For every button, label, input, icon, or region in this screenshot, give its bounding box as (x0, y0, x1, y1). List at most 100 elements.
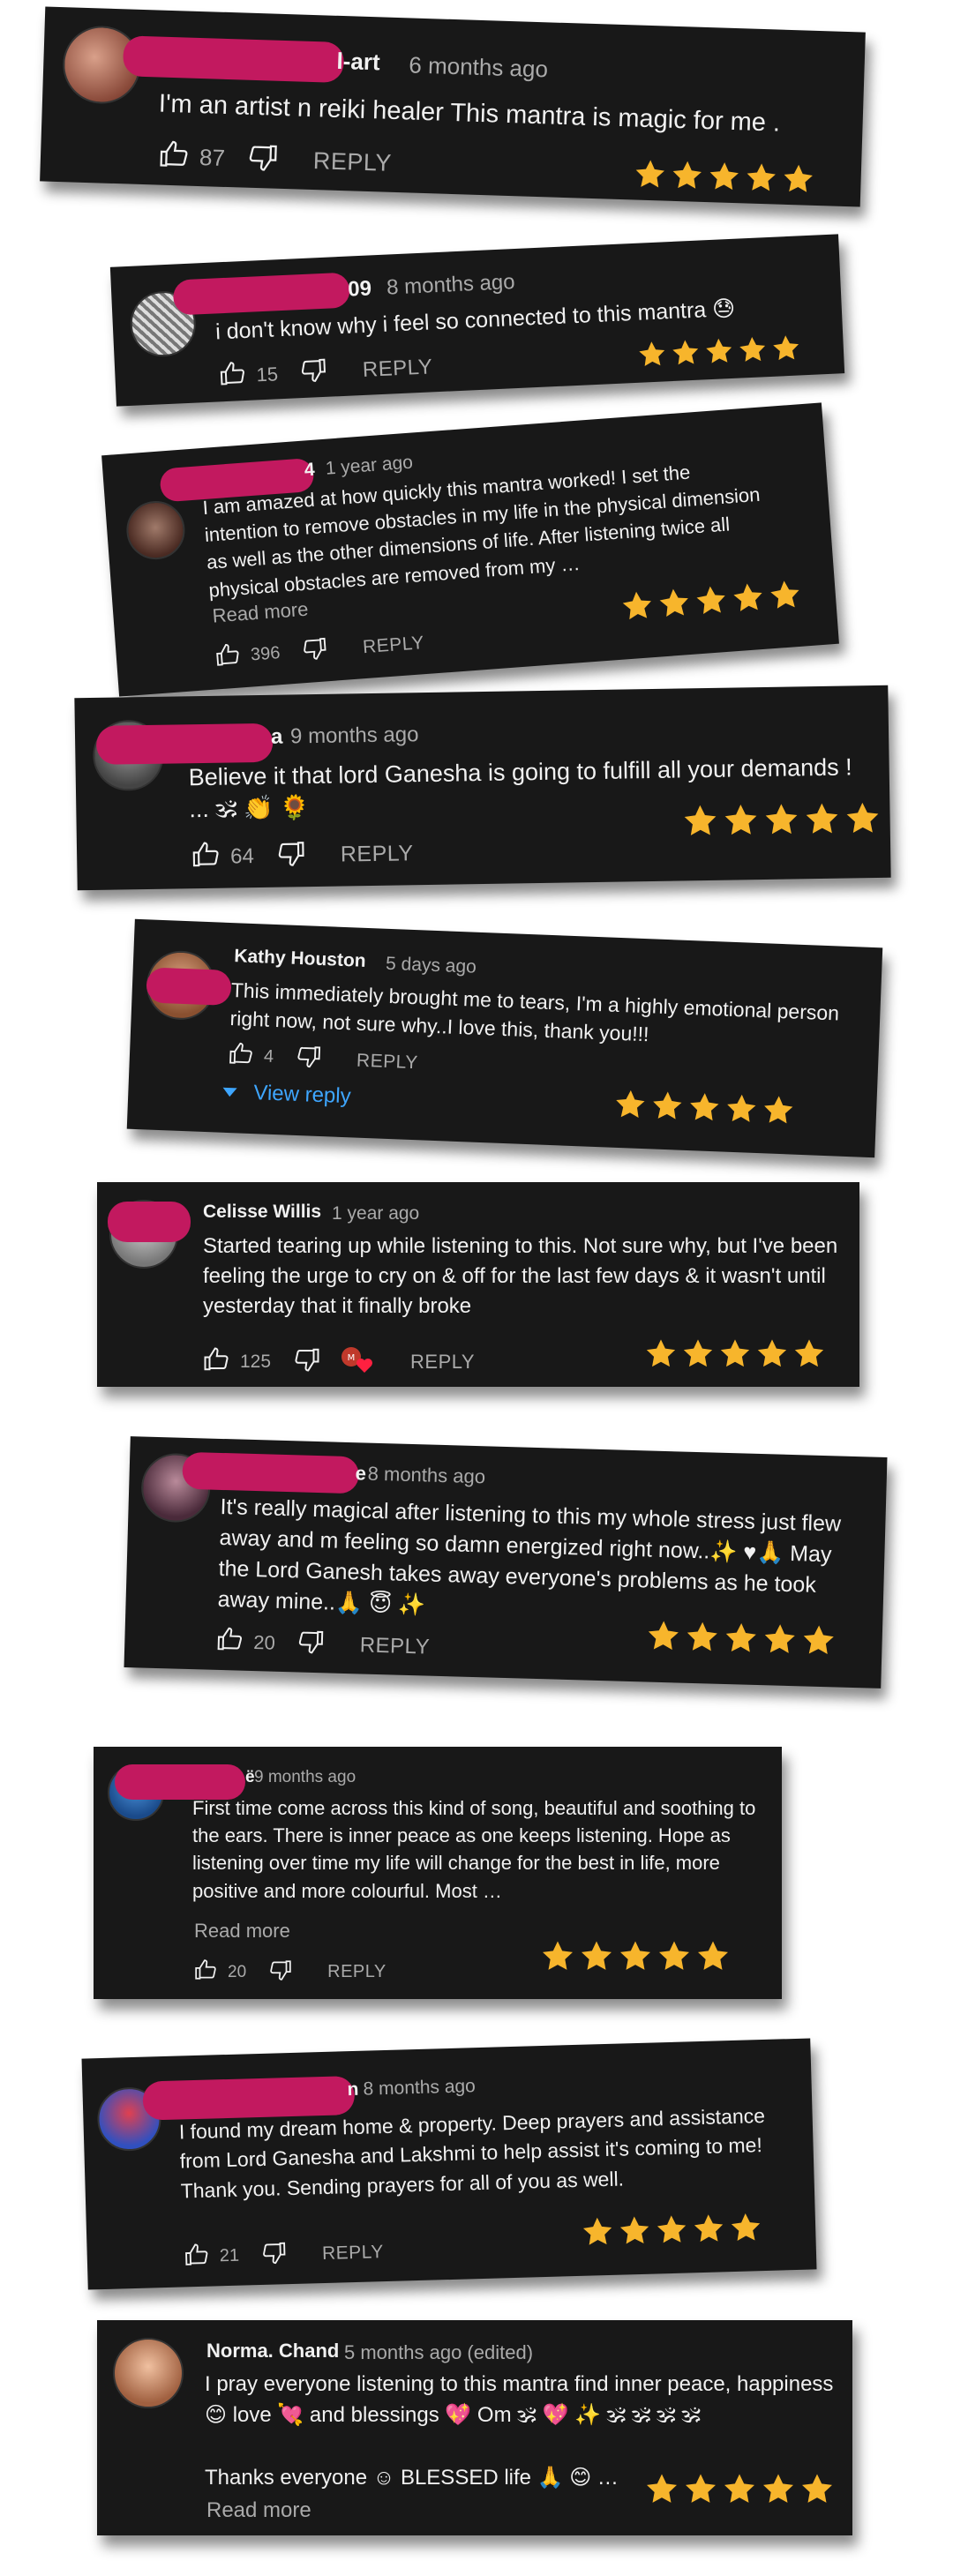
star-rating (540, 1939, 731, 1974)
reply-button[interactable]: REPLY (312, 147, 392, 177)
comment-author[interactable]: ë (245, 1768, 255, 1787)
comment-author[interactable]: 09 (348, 276, 372, 302)
comment-author[interactable]: Norma. Chand (206, 2340, 339, 2363)
star-icon (773, 335, 799, 361)
reply-button[interactable]: REPLY (362, 633, 424, 658)
star-icon (724, 805, 757, 835)
star-icon (690, 1093, 719, 1121)
reply-button[interactable]: REPLY (341, 841, 414, 867)
thumbs-down-icon[interactable] (262, 2240, 288, 2270)
avatar[interactable] (113, 2338, 184, 2408)
comment-time[interactable]: 8 months ago (386, 270, 516, 301)
reply-button[interactable]: REPLY (359, 1633, 430, 1659)
star-icon (672, 161, 702, 189)
star-icon (706, 338, 732, 363)
comment-time[interactable]: 6 months ago (409, 51, 548, 83)
view-reply-button[interactable]: View reply (221, 1080, 351, 1110)
star-icon (635, 160, 664, 188)
creator-heart-icon[interactable]: M (340, 1344, 375, 1379)
star-icon (764, 1624, 795, 1653)
thumbs-down-icon[interactable] (297, 1628, 325, 1659)
thumbs-up-icon[interactable] (184, 2243, 209, 2273)
star-rating (645, 1618, 837, 1659)
read-more-link[interactable]: Read more (194, 1920, 290, 1943)
read-more-link[interactable]: Read more (206, 2498, 311, 2523)
thumbs-down-icon[interactable] (302, 635, 328, 666)
comment-author[interactable]: e (355, 1462, 366, 1485)
star-rating (612, 1088, 795, 1128)
comment-author[interactable]: Kathy Houston (234, 946, 366, 972)
comment-actions: 15 REPLY (219, 351, 433, 392)
thumbs-up-icon[interactable] (203, 1346, 229, 1377)
star-icon (659, 588, 688, 618)
thumbs-up-icon[interactable] (158, 139, 189, 175)
star-icon (764, 1096, 793, 1124)
comment-time[interactable]: 8 months ago (363, 2076, 476, 2100)
redacted-username (182, 1451, 360, 1494)
comment-author[interactable]: n (347, 2079, 358, 2100)
comment-card: ë 9 months ago First time come across th… (94, 1747, 782, 1999)
star-icon (619, 2216, 649, 2244)
thumbs-up-icon[interactable] (219, 360, 247, 392)
star-icon (622, 591, 651, 620)
star-icon (687, 1621, 717, 1651)
thumbs-up-icon[interactable] (216, 1626, 244, 1658)
comment-card: 4 1 year ago I am amazed at how quickly … (101, 402, 839, 697)
thumbs-down-icon[interactable] (300, 356, 328, 388)
star-icon (747, 163, 776, 191)
thumbs-up-icon[interactable] (194, 1958, 217, 1986)
star-icon (720, 1339, 750, 1367)
avatar[interactable] (124, 498, 187, 562)
star-icon (794, 1339, 824, 1367)
star-icon (684, 805, 717, 835)
comment-time[interactable]: 9 months ago (254, 1768, 356, 1787)
star-icon (694, 2214, 724, 2243)
star-icon (727, 1094, 756, 1122)
thumbs-down-icon[interactable] (277, 839, 306, 872)
reply-button[interactable]: REPLY (322, 2242, 384, 2265)
thumbs-down-icon[interactable] (294, 1346, 320, 1377)
comment-actions: 64 REPLY (191, 837, 414, 873)
thumbs-down-icon[interactable] (296, 1044, 321, 1074)
star-rating (619, 578, 803, 625)
thumbs-down-icon[interactable] (247, 142, 278, 177)
reply-button[interactable]: REPLY (410, 1351, 475, 1374)
comment-actions: 125 M REPLY (203, 1344, 475, 1379)
star-icon (672, 340, 699, 365)
comment-author[interactable]: 4 (304, 460, 315, 482)
comment-time[interactable]: 8 months ago (367, 1463, 485, 1489)
star-icon (639, 341, 665, 367)
comment-actions: 87 REPLY (158, 139, 392, 181)
star-icon (648, 1621, 679, 1651)
comment-author[interactable]: l-art (336, 48, 380, 77)
star-icon (757, 1339, 787, 1367)
comment-card: e 8 months ago It's really magical after… (124, 1436, 888, 1689)
star-icon (739, 337, 766, 362)
star-icon (770, 580, 799, 609)
thumbs-up-icon[interactable] (191, 841, 221, 873)
thumbs-down-icon[interactable] (269, 1958, 292, 1986)
reply-button[interactable]: REPLY (327, 1962, 386, 1982)
thumbs-up-icon[interactable] (214, 641, 241, 672)
comment-author[interactable]: a (271, 725, 283, 750)
comment-time[interactable]: 9 months ago (290, 723, 419, 749)
comment-text: First time come across this kind of song… (192, 1797, 756, 1902)
star-icon (657, 2215, 687, 2243)
star-icon (653, 1091, 682, 1120)
star-icon (616, 1090, 645, 1118)
comment-time[interactable]: 1 year ago (325, 453, 414, 480)
star-rating (633, 157, 815, 196)
comment-author[interactable]: Celisse Willis (203, 1202, 321, 1223)
comment-time[interactable]: 5 days ago (386, 954, 477, 978)
comment-time[interactable]: 1 year ago (332, 1203, 419, 1224)
like-count: 125 (240, 1351, 272, 1372)
comment-time[interactable]: 5 months ago (edited) (344, 2341, 533, 2364)
star-icon (686, 2474, 716, 2503)
star-icon (803, 1625, 834, 1655)
redacted-username (146, 967, 232, 1007)
thumbs-up-icon[interactable] (228, 1041, 253, 1071)
star-icon (709, 162, 739, 191)
redacted-username (172, 272, 351, 316)
reply-button[interactable]: REPLY (362, 355, 433, 383)
reply-button[interactable]: REPLY (356, 1050, 419, 1074)
